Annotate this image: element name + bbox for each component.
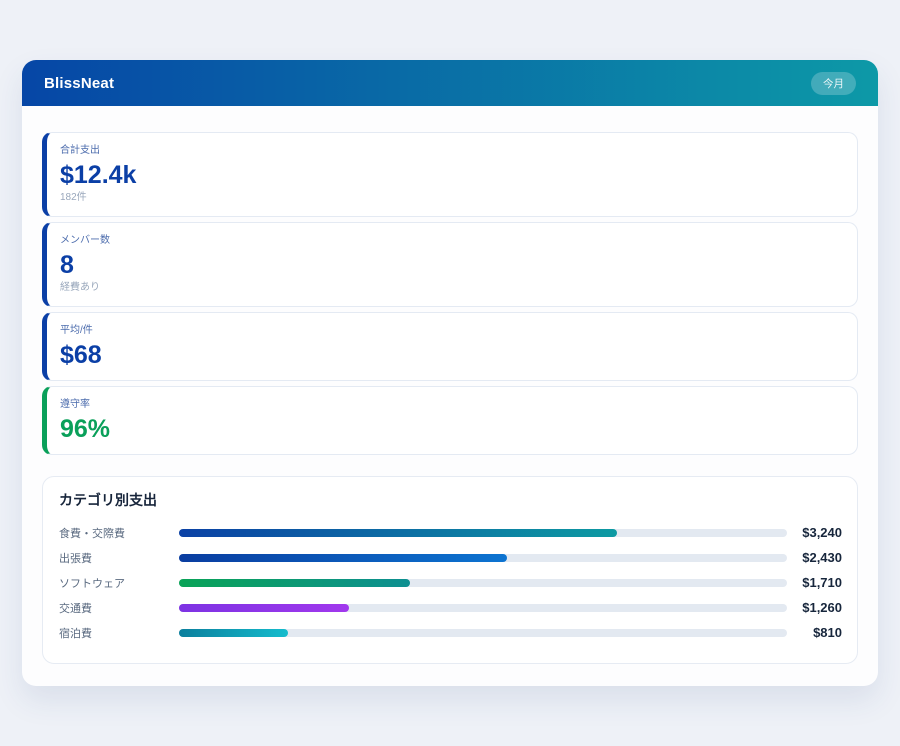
stat-card-members: メンバー数 8 経費あり [42, 222, 858, 307]
dashboard-card: BlissNeat 今月 合計支出 $12.4k 182件 メンバー数 8 経費… [22, 60, 878, 686]
category-value: $3,240 [787, 525, 842, 540]
category-value: $1,710 [787, 575, 842, 590]
category-bar-track [179, 529, 787, 537]
category-rows: 食費・交際費 $3,240 出張費 $2,430 ソフトウェア $1,710 交通費 $1,2… [59, 520, 842, 645]
stat-card-compliance: 遵守率 96% [42, 386, 858, 455]
category-breakdown-title: カテゴリ別支出 [59, 492, 842, 508]
stat-subtext: 182件 [60, 192, 842, 204]
stat-label: 合計支出 [60, 145, 842, 157]
category-value: $1,260 [787, 600, 842, 615]
stat-value: 8 [60, 252, 842, 278]
category-row: 交通費 $1,260 [59, 595, 842, 620]
category-label: ソフトウェア [59, 575, 179, 591]
stat-value: $12.4k [60, 162, 842, 188]
category-label: 交通費 [59, 600, 179, 616]
category-value: $2,430 [787, 550, 842, 565]
category-value: $810 [787, 625, 842, 640]
stat-value: $68 [60, 342, 842, 368]
category-bar-track [179, 629, 787, 637]
category-bar-fill [179, 529, 617, 537]
category-label: 食費・交際費 [59, 525, 179, 541]
category-bar-track [179, 604, 787, 612]
stat-label: メンバー数 [60, 235, 842, 247]
stat-card-total-spend: 合計支出 $12.4k 182件 [42, 132, 858, 217]
stat-label: 遵守率 [60, 399, 842, 411]
period-badge[interactable]: 今月 [811, 72, 856, 95]
category-row: 出張費 $2,430 [59, 545, 842, 570]
app-header: BlissNeat 今月 [22, 60, 878, 106]
stat-value: 96% [60, 416, 842, 442]
stat-subtext: 経費あり [60, 282, 842, 294]
dashboard-content: 合計支出 $12.4k 182件 メンバー数 8 経費あり 平均/件 $68 遵… [22, 106, 878, 664]
category-row: 宿泊費 $810 [59, 620, 842, 645]
category-bar-track [179, 554, 787, 562]
category-bar-fill [179, 554, 507, 562]
stat-label: 平均/件 [60, 325, 842, 337]
category-bar-fill [179, 629, 288, 637]
category-label: 宿泊費 [59, 625, 179, 641]
category-bar-fill [179, 579, 410, 587]
category-bar-track [179, 579, 787, 587]
category-label: 出張費 [59, 550, 179, 566]
category-row: 食費・交際費 $3,240 [59, 520, 842, 545]
stat-card-average: 平均/件 $68 [42, 312, 858, 381]
app-title: BlissNeat [44, 75, 114, 92]
category-row: ソフトウェア $1,710 [59, 570, 842, 595]
category-bar-fill [179, 604, 349, 612]
category-breakdown-card: カテゴリ別支出 食費・交際費 $3,240 出張費 $2,430 ソフトウェア $1,71… [42, 476, 858, 664]
